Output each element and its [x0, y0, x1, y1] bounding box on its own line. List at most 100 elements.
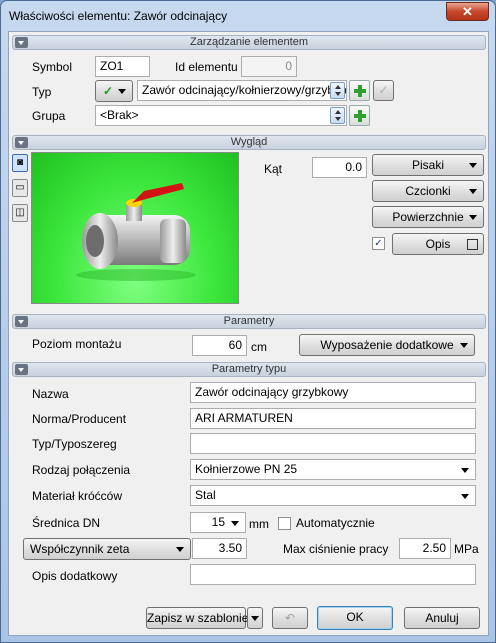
combo-spin-icon[interactable] — [330, 107, 345, 124]
check-icon: ✓ — [103, 84, 114, 98]
material-select[interactable]: Stal — [190, 485, 476, 506]
chevron-down-icon — [469, 215, 477, 220]
open-window-icon — [467, 239, 478, 250]
typoszereg-field[interactable] — [190, 433, 476, 454]
collapse-icon[interactable] — [15, 37, 28, 48]
rodzaj-value: Kołnierzowe PN 25 — [195, 462, 298, 476]
symbol-field[interactable]: ZO1 — [95, 56, 150, 77]
wyposazenie-label: Wyposażenie dodatkowe — [320, 338, 454, 352]
symbol-label: Symbol — [32, 60, 73, 74]
powierzchnie-label: Powierzchnie — [392, 210, 464, 224]
rodzaj-label: Rodzaj połączenia — [32, 463, 131, 477]
camera-icon: ◙ — [16, 157, 24, 168]
cube-tab[interactable]: ◫ — [12, 204, 28, 222]
nazwa-label: Nazwa — [32, 387, 69, 401]
title-bar: Właściwości elementu: Zawór odcinający ✕ — [1, 1, 495, 31]
typ-value: Zawór odcinający/kołnierzowy/grzybkowy — [142, 83, 347, 97]
automatycznie-checkbox[interactable] — [278, 517, 291, 530]
window-title: Właściwości elementu: Zawór odcinający — [9, 9, 228, 23]
combo-spin-icon[interactable] — [330, 82, 345, 99]
kat-field[interactable]: 0.0 — [312, 157, 367, 178]
typ-status-dropdown[interactable]: ✓ — [95, 80, 133, 102]
properties-dialog: Właściwości elementu: Zawór odcinający ✕… — [0, 0, 496, 643]
powierzchnie-button[interactable]: Powierzchnie — [372, 206, 484, 228]
opis-checkbox[interactable]: ✓ — [372, 237, 385, 250]
rodzaj-select[interactable]: Kołnierzowe PN 25 — [190, 459, 476, 480]
undo-button[interactable]: ↶ — [272, 607, 308, 629]
camera-tab[interactable]: ◙ — [12, 154, 28, 172]
check-icon: ✓ — [378, 83, 389, 97]
material-label: Materiał króćców — [32, 489, 123, 503]
srednica-select[interactable]: 15 — [190, 512, 246, 533]
section-zarzadzanie-header[interactable]: Zarządzanie elementem — [12, 35, 486, 50]
chevron-down-icon — [251, 616, 259, 621]
poziom-unit: cm — [251, 340, 267, 354]
automatycznie-label: Automatycznie — [296, 516, 375, 530]
norma-field[interactable]: ARI ARMATUREN — [190, 408, 476, 429]
collapse-icon[interactable] — [15, 137, 28, 148]
grupa-label: Grupa — [32, 109, 66, 123]
pisaki-label: Pisaki — [411, 158, 444, 172]
grupa-value: <Brak> — [100, 108, 139, 122]
chevron-down-icon — [461, 468, 469, 473]
opis-dod-label: Opis dodatkowy — [32, 569, 118, 583]
section-title: Wygląd — [230, 136, 268, 148]
poziom-field[interactable]: 60 — [192, 335, 247, 356]
valve-image — [76, 183, 196, 281]
grupa-combo[interactable]: <Brak> — [95, 105, 347, 126]
material-value: Stal — [195, 488, 216, 502]
chevron-down-icon — [231, 521, 239, 526]
pisaki-button[interactable]: Pisaki — [372, 154, 484, 176]
section-parametry-header[interactable]: Parametry — [12, 314, 486, 329]
chevron-down-icon — [460, 343, 468, 348]
czcionki-label: Czcionki — [405, 184, 451, 198]
max-field[interactable]: 2.50 — [399, 538, 451, 559]
section-wyglad-header[interactable]: Wygląd — [12, 135, 486, 150]
max-unit: MPa — [454, 542, 479, 556]
collapse-icon[interactable] — [15, 316, 28, 327]
element-preview-image — [31, 152, 239, 304]
close-button[interactable]: ✕ — [446, 2, 489, 21]
id-field: 0 — [241, 56, 297, 77]
id-label: Id elementu — [175, 60, 238, 74]
zapisz-dropdown[interactable] — [247, 607, 263, 629]
add-typ-button[interactable] — [349, 80, 370, 101]
section-title: Parametry — [223, 315, 275, 327]
section-parametry-typu-header[interactable]: Parametry typu — [12, 362, 486, 377]
anuluj-button[interactable]: Anuluj — [404, 607, 480, 629]
wspolczynnik-field[interactable]: 3.50 — [192, 538, 247, 559]
norma-label: Norma/Producent — [32, 412, 127, 426]
add-grupa-button[interactable] — [349, 105, 370, 126]
chevron-down-icon — [469, 163, 477, 168]
folder-icon: ▭ — [15, 182, 25, 193]
dialog-body: Zarządzanie elementem Symbol ZO1 Id elem… — [8, 31, 489, 636]
ok-button[interactable]: OK — [317, 606, 393, 630]
srednica-unit: mm — [249, 517, 269, 531]
wspolczynnik-label: Współczynnik zeta — [30, 542, 130, 556]
chevron-down-icon — [461, 494, 469, 499]
typ-label: Typ — [32, 85, 52, 99]
chevron-down-icon — [118, 89, 126, 94]
poziom-label: Poziom montażu — [32, 337, 122, 351]
chevron-down-icon — [469, 189, 477, 194]
zapisz-button[interactable]: Zapisz w szablonie — [146, 607, 248, 629]
cube-icon: ◫ — [15, 207, 25, 218]
typ-combo[interactable]: Zawór odcinający/kołnierzowy/grzybkowy — [137, 80, 347, 101]
section-title: Zarządzanie elementem — [189, 36, 308, 48]
srednica-value: 15 — [211, 515, 225, 529]
typoszereg-label: Typ/Typoszereg — [32, 437, 117, 451]
wspolczynnik-dropdown[interactable]: Współczynnik zeta — [23, 538, 191, 560]
czcionki-button[interactable]: Czcionki — [372, 180, 484, 202]
srednica-label: Średnica DN — [32, 516, 101, 530]
section-title: Parametry typu — [211, 363, 287, 375]
collapse-icon[interactable] — [15, 364, 28, 375]
nazwa-field[interactable]: Zawór odcinający grzybkowy — [190, 382, 476, 403]
folder-tab[interactable]: ▭ — [12, 179, 28, 197]
opis-dod-field[interactable] — [190, 564, 476, 585]
opis-button[interactable]: Opis — [392, 233, 484, 255]
opis-label: Opis — [425, 237, 451, 251]
max-label: Max ciśnienie pracy — [283, 542, 389, 556]
undo-icon: ↶ — [284, 611, 296, 625]
confirm-typ-button[interactable]: ✓ — [373, 80, 394, 101]
wyposazenie-button[interactable]: Wyposażenie dodatkowe — [299, 334, 475, 356]
